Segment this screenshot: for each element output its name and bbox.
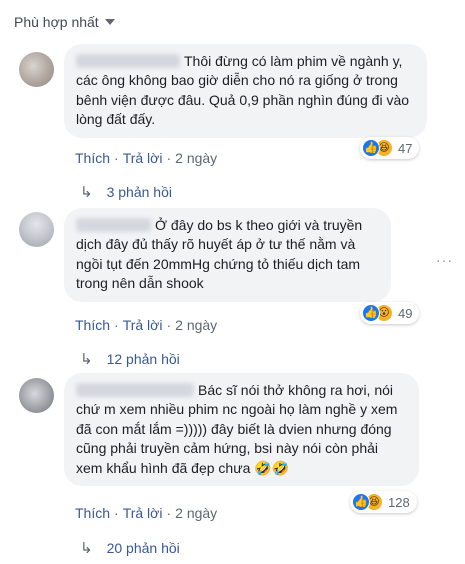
reply-arrow-icon: ↳: [80, 540, 93, 557]
commenter-name-blurred[interactable]: [76, 54, 180, 68]
commenter-name-blurred[interactable]: [76, 218, 151, 232]
separator-dot: ·: [114, 150, 119, 166]
separator-dot: ·: [114, 317, 119, 333]
reaction-summary[interactable]: 👍 😆 128: [350, 491, 417, 513]
reaction-count: 47: [398, 140, 413, 156]
reaction-summary[interactable]: 👍 😆 47: [360, 137, 420, 159]
comment-timestamp[interactable]: 2 ngày: [175, 505, 217, 521]
reply-arrow-icon: ↳: [80, 351, 93, 368]
comment-actions: Thích · Trả lời · 2 ngày: [75, 505, 217, 521]
like-icon: 👍: [352, 493, 370, 511]
separator-dot: ·: [114, 505, 119, 521]
like-icon: 👍: [362, 304, 380, 322]
separator-dot: ·: [166, 317, 172, 333]
comment-timestamp[interactable]: 2 ngày: [175, 150, 217, 166]
like-icon: 👍: [362, 139, 380, 157]
comment-bubble: Bác sĩ nói thở không ra hơi, nói chứ m x…: [64, 373, 419, 487]
reaction-count: 128: [388, 494, 410, 510]
reply-arrow-icon: ↳: [80, 184, 93, 201]
replies-count-label: 20 phản hồi: [106, 540, 180, 556]
commenter-name-blurred[interactable]: [76, 383, 194, 397]
replies-count-label: 3 phản hồi: [106, 184, 172, 200]
like-button[interactable]: Thích: [75, 317, 110, 333]
sort-label: Phù hợp nhất: [14, 14, 99, 30]
comment-timestamp[interactable]: 2 ngày: [175, 317, 217, 333]
avatar[interactable]: [19, 52, 54, 87]
view-replies-link[interactable]: ↳ 3 phản hồi: [80, 183, 172, 201]
avatar[interactable]: [19, 378, 54, 413]
comment-actions: Thích · Trả lời · 2 ngày: [75, 317, 217, 333]
reaction-summary[interactable]: 👍 😮 49: [360, 302, 420, 324]
separator-dot: ·: [166, 150, 172, 166]
like-button[interactable]: Thích: [75, 505, 110, 521]
caret-down-icon: [104, 19, 115, 25]
more-options-icon[interactable]: ···: [436, 252, 453, 268]
reply-button[interactable]: Trả lời: [123, 317, 163, 333]
view-replies-link[interactable]: ↳ 20 phản hồi: [80, 539, 180, 557]
comment-bubble: Thôi đừng có làm phim về ngành y, các ôn…: [64, 44, 427, 138]
laughing-emoji-icon: 🤣🤣: [250, 459, 290, 476]
separator-dot: ·: [166, 505, 172, 521]
sort-dropdown[interactable]: Phù hợp nhất: [14, 12, 115, 32]
reaction-count: 49: [398, 305, 413, 321]
view-replies-link[interactable]: ↳ 12 phản hồi: [80, 350, 180, 368]
avatar[interactable]: [19, 212, 54, 247]
comment-bubble: Ở đây do bs k theo giới và truyền dịch đ…: [64, 208, 391, 302]
reply-button[interactable]: Trả lời: [123, 505, 163, 521]
replies-count-label: 12 phản hồi: [106, 351, 180, 367]
comment-actions: Thích · Trả lời · 2 ngày: [75, 150, 217, 166]
reply-button[interactable]: Trả lời: [123, 150, 163, 166]
like-button[interactable]: Thích: [75, 150, 110, 166]
